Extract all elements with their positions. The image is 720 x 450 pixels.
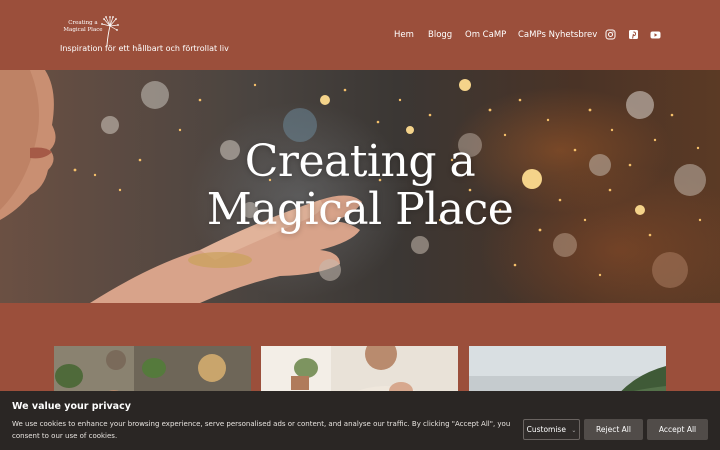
- instagram-icon[interactable]: [605, 29, 616, 40]
- customise-label: Customise: [526, 425, 566, 434]
- cookie-description: We use cookies to enhance your browsing …: [12, 420, 511, 440]
- accept-all-button[interactable]: Accept All: [647, 419, 708, 440]
- cookie-title: We value your privacy: [12, 401, 131, 412]
- hero-title-line2: Magical Place: [206, 184, 514, 235]
- hero-title: Creating a Magical Place: [0, 138, 720, 234]
- site-header: Creating a Magical Place Inspiration för…: [0, 0, 720, 70]
- youtube-icon[interactable]: [650, 29, 661, 40]
- customise-button[interactable]: Customise ⌄: [523, 419, 580, 440]
- pinterest-icon[interactable]: [628, 29, 639, 40]
- reject-all-button[interactable]: Reject All: [584, 419, 643, 440]
- hero-banner: Creating a Magical Place: [0, 70, 720, 303]
- chevron-down-icon: ⌄: [571, 427, 577, 434]
- hero-title-line1: Creating a: [244, 136, 476, 187]
- nav-item-hem[interactable]: Hem: [394, 30, 414, 40]
- nav-item-om-camp[interactable]: Om CaMP: [465, 30, 506, 40]
- nav-item-nyhetsbrev[interactable]: CaMPs Nyhetsbrev: [518, 30, 597, 40]
- nav-item-blogg[interactable]: Blogg: [428, 30, 452, 40]
- dandelion-icon: [101, 16, 119, 46]
- site-tagline: Inspiration för ett hållbart och förtrol…: [60, 44, 229, 53]
